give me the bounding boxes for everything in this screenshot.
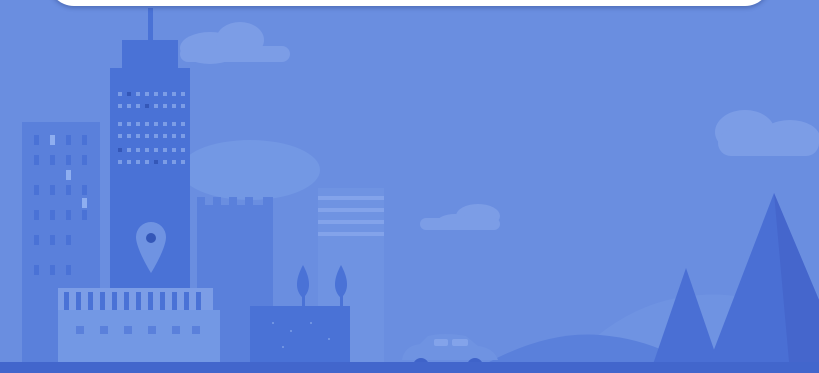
top-card-edge[interactable] xyxy=(48,0,771,6)
building-columns xyxy=(58,288,220,373)
cloud-behind-buildings xyxy=(180,140,320,200)
city-illustration xyxy=(0,0,819,373)
city-background-scene xyxy=(0,0,819,373)
ground xyxy=(0,362,819,373)
